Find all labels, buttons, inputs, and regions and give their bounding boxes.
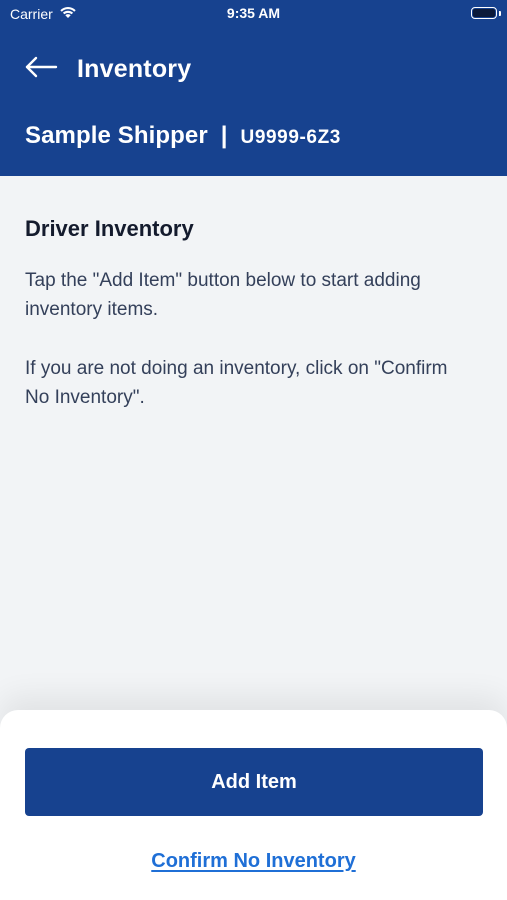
battery-cap (499, 11, 501, 16)
add-item-button[interactable]: Add Item (25, 748, 483, 816)
main-content: Driver Inventory Tap the "Add Item" butt… (25, 214, 465, 442)
nav-bar: Inventory (24, 52, 191, 86)
shipper-name: Sample Shipper (25, 122, 208, 149)
instruction-text: Tap the "Add Item" button below to start… (25, 270, 421, 320)
shipper-code: U9999-6Z3 (240, 127, 341, 148)
shipper-info: Sample Shipper | U9999-6Z3 (25, 122, 341, 154)
section-title: Driver Inventory (25, 216, 194, 241)
confirm-no-inventory-link[interactable]: Confirm No Inventory (0, 850, 507, 873)
status-time: 9:35 AM (226, 5, 281, 21)
no-inventory-hint: If you are not doing an inventory, click… (25, 358, 448, 408)
battery-level (473, 9, 495, 17)
status-bar: Carrier 9:35 AM (0, 0, 507, 28)
page-title: Inventory (77, 54, 192, 83)
back-button[interactable] (24, 52, 60, 86)
shipper-divider: | (220, 122, 228, 149)
bottom-action-sheet: Add Item Confirm No Inventory (0, 710, 507, 900)
arrow-left-icon (24, 56, 58, 83)
battery-icon (471, 7, 497, 19)
app-header: Carrier 9:35 AM Inventory Sample Shipper… (0, 0, 507, 176)
